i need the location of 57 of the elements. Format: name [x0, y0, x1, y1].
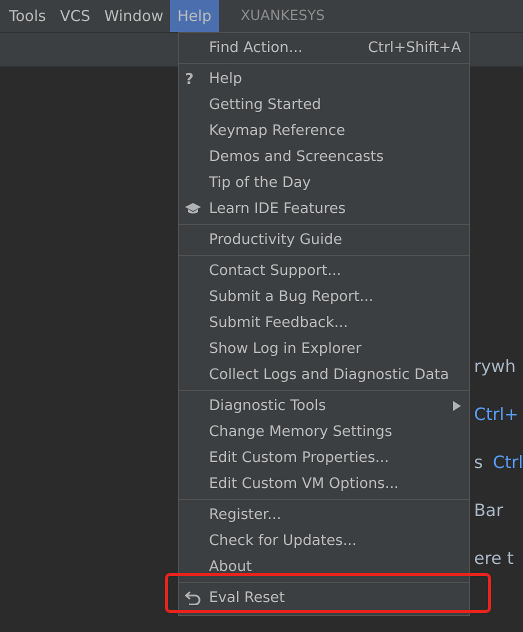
- menu-item[interactable]: Check for Updates...: [179, 528, 469, 554]
- menu-item[interactable]: Edit Custom VM Options...: [179, 471, 469, 497]
- menu-item[interactable]: Find Action... Ctrl+Shift+A: [179, 35, 469, 61]
- menu-item[interactable]: Learn IDE Features: [179, 196, 469, 222]
- menu-item-label: Eval Reset: [209, 590, 286, 606]
- menu-item-label: Submit a Bug Report...: [209, 289, 374, 305]
- menu-item-label: Keymap Reference: [209, 123, 346, 139]
- menu-item-label: Register...: [209, 507, 282, 523]
- menu-item[interactable]: About: [179, 554, 469, 580]
- menu-item[interactable]: ? Help: [179, 66, 469, 92]
- question-icon: ?: [185, 70, 194, 88]
- hint-text: rywh: [474, 357, 516, 377]
- hint-text: Bar: [474, 501, 504, 521]
- menu-item[interactable]: Eval Reset: [179, 585, 469, 611]
- project-name: XUANKESYS: [240, 7, 325, 26]
- undo-icon: [185, 591, 201, 605]
- menu-item-label: Help: [209, 71, 244, 87]
- menu-item[interactable]: Submit Feedback...: [179, 310, 469, 336]
- hint-text: s: [474, 453, 483, 473]
- menu-item[interactable]: Change Memory Settings: [179, 419, 469, 445]
- menu-bar-item[interactable]: Window: [97, 0, 170, 32]
- menu-item[interactable]: Keymap Reference: [179, 118, 469, 144]
- menu-item-label: Show Log in Explorer: [209, 341, 362, 357]
- menu-item[interactable]: Demos and Screencasts: [179, 144, 469, 170]
- menu-item[interactable]: Edit Custom Properties...: [179, 445, 469, 471]
- menu-item-label: Demos and Screencasts: [209, 149, 385, 165]
- menu-item-label: Edit Custom VM Options...: [209, 476, 400, 492]
- menu-item[interactable]: Show Log in Explorer: [179, 336, 469, 362]
- menu-item-label: Edit Custom Properties...: [209, 450, 390, 466]
- menu-item-label: About: [209, 559, 253, 575]
- menu-bar-item[interactable]: VCS: [52, 0, 98, 32]
- submenu-arrow-icon: [453, 401, 461, 411]
- shortcut-hint: Ctrl: [492, 453, 523, 473]
- menu-item[interactable]: Submit a Bug Report...: [179, 284, 469, 310]
- menu-item-label: Learn IDE Features: [209, 201, 347, 217]
- menu-item[interactable]: Contact Support...: [179, 258, 469, 284]
- menu-item-label: Diagnostic Tools: [209, 398, 327, 414]
- menu-item-label: Submit Feedback...: [209, 315, 349, 331]
- menu-item[interactable]: Diagnostic Tools: [179, 393, 469, 419]
- menu-item-label: Contact Support...: [209, 263, 342, 279]
- menu-item-label: Tip of the Day: [209, 175, 312, 191]
- hint-text: ere t: [474, 549, 514, 569]
- menu-item-label: Check for Updates...: [209, 533, 358, 549]
- menu-item-label: Change Memory Settings: [209, 424, 394, 440]
- menu-item[interactable]: Register...: [179, 502, 469, 528]
- menu-item[interactable]: Productivity Guide: [179, 227, 469, 253]
- menu-item[interactable]: Tip of the Day: [179, 170, 469, 196]
- shortcut-hint: Ctrl+: [474, 405, 518, 425]
- graduation-cap-icon: [185, 203, 201, 215]
- menu-item-label: Getting Started: [209, 97, 322, 113]
- menu-item[interactable]: Getting Started: [179, 92, 469, 118]
- menu-item-label: Find Action...: [209, 40, 304, 56]
- menu-item[interactable]: Collect Logs and Diagnostic Data: [179, 362, 469, 388]
- menu-item-label: Collect Logs and Diagnostic Data: [209, 367, 450, 383]
- shortcut-label: Ctrl+Shift+A: [368, 40, 461, 56]
- menu-item-label: Productivity Guide: [209, 232, 344, 248]
- menu-bar-item[interactable]: Tools: [2, 0, 53, 32]
